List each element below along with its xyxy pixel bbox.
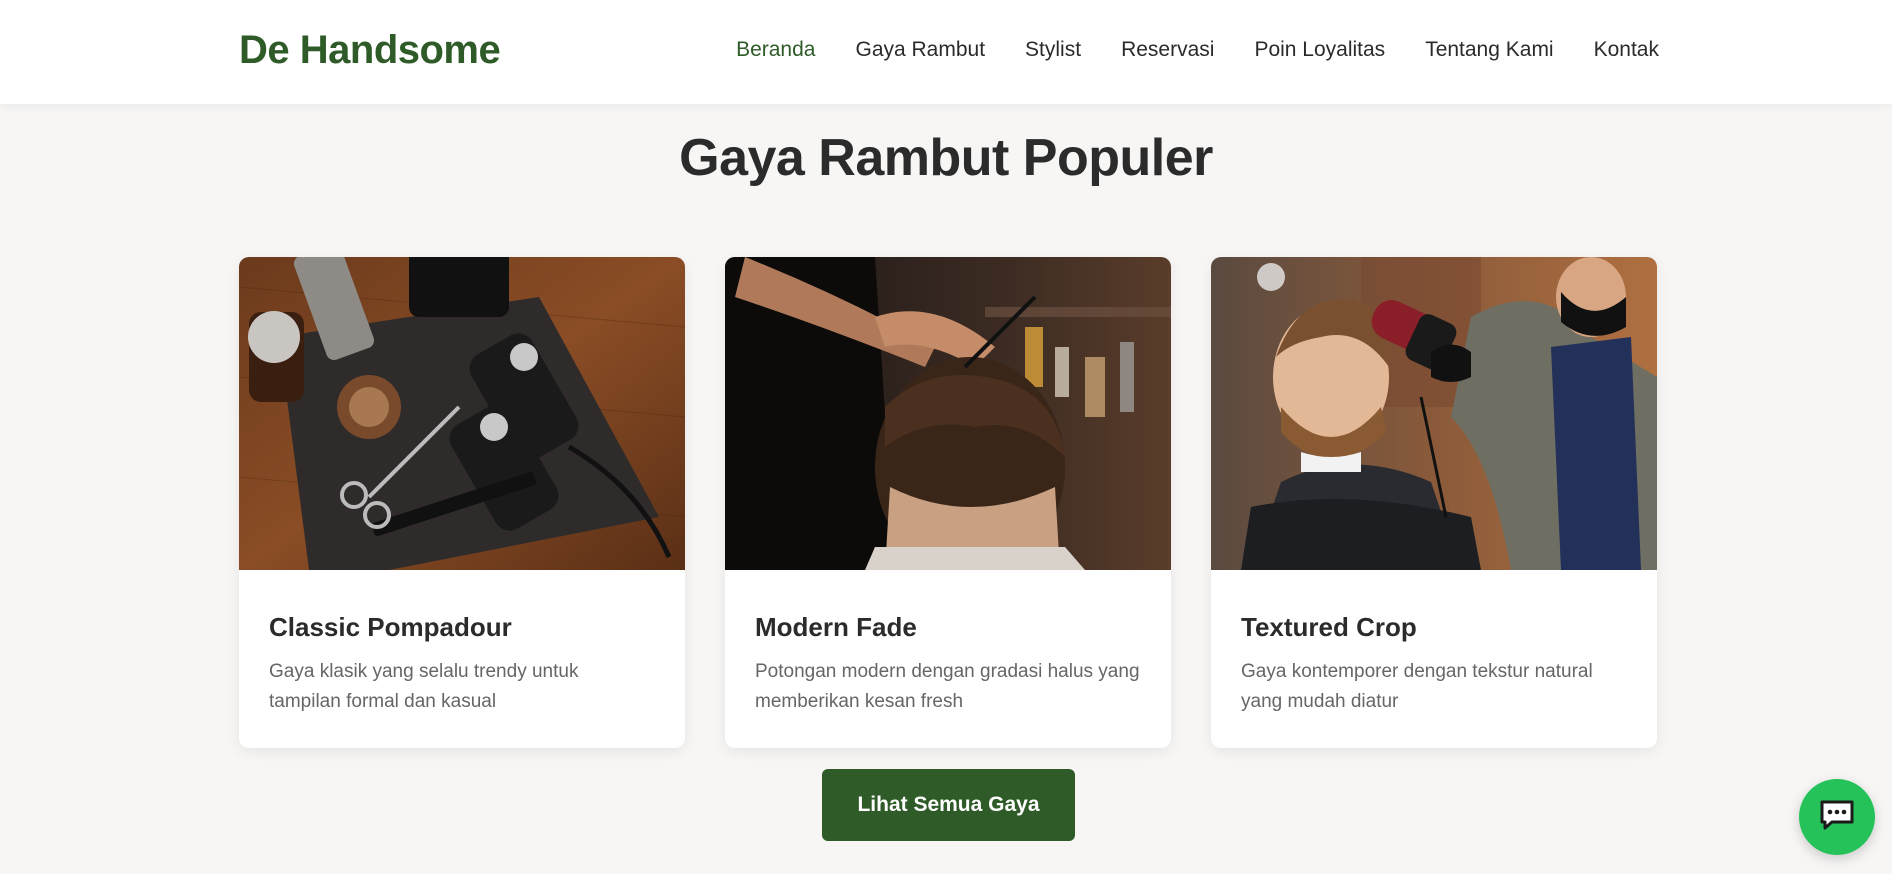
card-description: Gaya klasik yang selalu trendy untuk tam… xyxy=(269,661,579,712)
card-title: Classic Pompadour xyxy=(269,612,512,642)
card-title: Textured Crop xyxy=(1241,612,1417,642)
nav-item-gaya-rambut[interactable]: Gaya Rambut xyxy=(855,38,985,62)
section-title: Gaya Rambut Populer xyxy=(679,129,1213,187)
nav-item-poin-loyalitas[interactable]: Poin Loyalitas xyxy=(1254,38,1385,62)
brand-logo[interactable]: De Handsome xyxy=(239,28,501,73)
card-image-haircut-back xyxy=(725,257,1171,570)
nav-item-tentang-kami[interactable]: Tentang Kami xyxy=(1425,38,1553,62)
hairstyle-card[interactable]: Modern Fade Potongan modern dengan grada… xyxy=(725,257,1171,748)
hairstyle-card[interactable]: Textured Crop Gaya kontemporer dengan te… xyxy=(1211,257,1657,748)
view-all-styles-button[interactable]: Lihat Semua Gaya xyxy=(822,769,1075,841)
nav-item-kontak[interactable]: Kontak xyxy=(1594,38,1659,62)
card-description: Gaya kontemporer dengan tekstur natural … xyxy=(1241,661,1593,712)
site-header: De Handsome Beranda Gaya Rambut Stylist … xyxy=(0,0,1892,104)
hairstyle-card[interactable]: Classic Pompadour Gaya klasik yang selal… xyxy=(239,257,685,748)
card-image-barber-tools xyxy=(239,257,685,570)
main-nav: Beranda Gaya Rambut Stylist Reservasi Po… xyxy=(736,38,1659,62)
card-description: Potongan modern dengan gradasi halus yan… xyxy=(755,661,1140,712)
nav-item-stylist[interactable]: Stylist xyxy=(1025,38,1081,62)
nav-item-reservasi[interactable]: Reservasi xyxy=(1121,38,1214,62)
card-image-blowdry xyxy=(1211,257,1657,570)
nav-item-beranda[interactable]: Beranda xyxy=(736,38,815,62)
chat-icon xyxy=(1819,799,1855,836)
card-title: Modern Fade xyxy=(755,612,917,642)
chat-widget-button[interactable] xyxy=(1799,779,1875,855)
hairstyle-cards: Classic Pompadour Gaya klasik yang selal… xyxy=(239,257,1657,748)
